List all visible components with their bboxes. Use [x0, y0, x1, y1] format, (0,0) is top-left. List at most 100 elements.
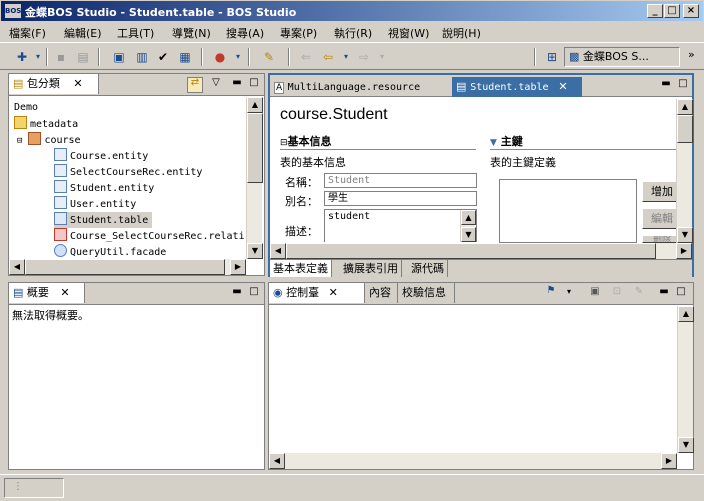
collapse-icon[interactable]: ⊟ — [17, 136, 22, 146]
description-field[interactable]: student — [324, 209, 477, 242]
run-dropdown-icon[interactable]: ▾ — [230, 49, 246, 65]
tree-item-demo[interactable]: Demo — [14, 100, 38, 116]
tree-item-student-table[interactable]: Student.table — [54, 212, 153, 228]
scroll-right-icon[interactable]: ▶ — [676, 243, 692, 259]
open-type-icon[interactable]: ▣ — [111, 49, 127, 65]
scroll-up-icon[interactable]: ▲ — [247, 97, 263, 113]
scroll-thumb[interactable] — [25, 259, 225, 275]
collapse-icon[interactable]: ⊟ — [280, 138, 288, 148]
tree-item-course-entity[interactable]: Course.entity — [54, 148, 148, 164]
description-scrollbar[interactable]: ▲ ▼ — [460, 210, 476, 242]
close-icon[interactable]: ✕ — [60, 286, 69, 299]
scroll-thumb[interactable] — [286, 243, 656, 259]
editor-vertical-scrollbar[interactable]: ▲ ▼ — [676, 99, 693, 243]
minimize-view-icon[interactable]: ▬ — [231, 287, 243, 299]
expand-icon[interactable]: ▼ — [490, 138, 497, 148]
tree-item-relation[interactable]: Course_SelectCourseRec.relati — [54, 228, 245, 244]
maximize-view-icon[interactable]: □ — [677, 79, 689, 91]
chevron-more-icon[interactable]: » — [688, 48, 695, 61]
pk-list[interactable] — [499, 179, 637, 243]
tree-horizontal-scrollbar[interactable]: ◀ ▶ — [9, 259, 246, 275]
tab-properties[interactable]: 內容 — [365, 283, 397, 303]
menu-edit[interactable]: 編輯(E) — [64, 25, 102, 41]
tab-student-table[interactable]: ▤ Student.table ✕ — [452, 77, 582, 97]
open-resource-icon[interactable]: ▥ — [134, 49, 150, 65]
scroll-down-icon[interactable]: ▼ — [247, 243, 263, 259]
pk-section-header[interactable]: ▼ 主鍵 — [490, 133, 676, 150]
console-horizontal-scrollbar[interactable]: ◀ ▶ — [269, 453, 677, 469]
scroll-right-icon[interactable]: ▶ — [230, 259, 246, 275]
minimize-view-icon[interactable]: ▬ — [231, 78, 243, 90]
menu-project[interactable]: 專案(P) — [280, 25, 317, 41]
scroll-up-icon[interactable]: ▲ — [678, 306, 694, 322]
scroll-left-icon[interactable]: ◀ — [9, 259, 25, 275]
subtab-extension-reference[interactable]: 擴展表引用 — [340, 260, 402, 277]
pencil-icon[interactable]: ✎ — [261, 49, 277, 65]
subtab-source-code[interactable]: 源代碼 — [408, 260, 448, 277]
close-icon[interactable]: ✕ — [558, 80, 567, 93]
perspective-switcher[interactable]: ▩ 金蝶BOS S... — [564, 47, 680, 67]
tab-outline[interactable]: ▤ 概要 ✕ — [9, 283, 85, 303]
open-perspective-icon[interactable]: ⊞ — [544, 49, 560, 65]
minimize-view-icon[interactable]: ▬ — [660, 79, 672, 91]
grip-icon[interactable]: ⋮ — [13, 481, 23, 492]
menu-help[interactable]: 說明(H) — [442, 25, 481, 41]
scroll-right-icon[interactable]: ▶ — [661, 453, 677, 469]
new-icon[interactable]: ✚ — [14, 49, 30, 65]
publish-icon[interactable]: ▦ — [177, 49, 193, 65]
forward-dropdown-icon[interactable]: ▾ — [374, 49, 390, 65]
scroll-down-icon[interactable]: ▼ — [678, 437, 694, 453]
subtab-basic-definition[interactable]: 基本表定義 — [270, 260, 332, 277]
menu-tools[interactable]: 工具(T) — [117, 25, 154, 41]
maximize-view-icon[interactable]: □ — [248, 287, 260, 299]
close-button[interactable]: × — [683, 4, 699, 18]
run-icon[interactable]: ● — [212, 49, 228, 65]
console-output[interactable] — [269, 306, 677, 453]
scroll-thumb[interactable] — [677, 115, 693, 143]
maximize-button[interactable]: □ — [664, 4, 680, 18]
tree-item-metadata[interactable]: metadata — [14, 116, 78, 132]
print-icon[interactable]: ▤ — [75, 49, 91, 65]
tree-vertical-scrollbar[interactable]: ▲ ▼ — [246, 97, 263, 259]
new-dropdown-icon[interactable]: ▾ — [30, 49, 46, 65]
tab-console[interactable]: ◉ 控制臺 ✕ — [269, 283, 365, 303]
tree-item-course[interactable]: ⊟ course — [17, 132, 81, 148]
menu-search[interactable]: 搜尋(A) — [226, 25, 264, 41]
tree-item-student-entity[interactable]: Student.entity — [54, 180, 154, 196]
minimize-button[interactable]: _ — [647, 4, 663, 18]
scroll-up-icon[interactable]: ▲ — [677, 99, 693, 115]
maximize-view-icon[interactable]: □ — [248, 78, 260, 90]
tree-item-selectcourserec-entity[interactable]: SelectCourseRec.entity — [54, 164, 202, 180]
pin-console-icon[interactable]: ▣ — [589, 287, 601, 299]
clear-console-icon[interactable]: ✎ — [633, 287, 645, 299]
view-menu-icon[interactable]: ▽ — [210, 78, 222, 90]
menu-navigate[interactable]: 導覽(N) — [172, 25, 211, 41]
check-icon[interactable]: ✔ — [155, 49, 171, 65]
scroll-left-icon[interactable]: ◀ — [270, 243, 286, 259]
close-icon[interactable]: ✕ — [73, 77, 82, 90]
scroll-down-icon[interactable]: ▼ — [461, 227, 476, 242]
close-icon[interactable]: ✕ — [329, 286, 338, 299]
tab-validation-info[interactable]: 校驗信息 — [397, 283, 455, 303]
link-editor-icon[interactable]: ⇄ — [187, 77, 203, 93]
editor-horizontal-scrollbar[interactable]: ◀ ▶ — [270, 243, 692, 259]
menu-run[interactable]: 執行(R) — [334, 25, 372, 41]
basic-section-header[interactable]: ⊟基本信息 — [280, 133, 476, 150]
scroll-down-icon[interactable]: ▼ — [677, 227, 693, 243]
scroll-lock-icon[interactable]: ⊡ — [611, 287, 623, 299]
last-edit-icon[interactable]: ⇐ — [298, 49, 314, 65]
console-vertical-scrollbar[interactable]: ▲ ▼ — [677, 306, 694, 453]
scroll-thumb[interactable] — [247, 113, 263, 183]
forward-icon[interactable]: ⇨ — [356, 49, 372, 65]
scroll-left-icon[interactable]: ◀ — [269, 453, 285, 469]
back-dropdown-icon[interactable]: ▾ — [338, 49, 354, 65]
console-dropdown-icon[interactable]: ▾ — [563, 287, 575, 299]
menu-window[interactable]: 視窗(W) — [388, 25, 429, 41]
back-icon[interactable]: ⇦ — [320, 49, 336, 65]
tree-item-queryutil-facade[interactable]: QueryUtil.facade — [54, 244, 166, 260]
menu-file[interactable]: 檔案(F) — [9, 25, 46, 41]
maximize-view-icon[interactable]: □ — [675, 287, 687, 299]
display-console-icon[interactable]: ⚑ — [543, 286, 559, 302]
minimize-view-icon[interactable]: ▬ — [658, 287, 670, 299]
tab-package-view[interactable]: ▤ 包分類 ✕ — [9, 74, 99, 94]
